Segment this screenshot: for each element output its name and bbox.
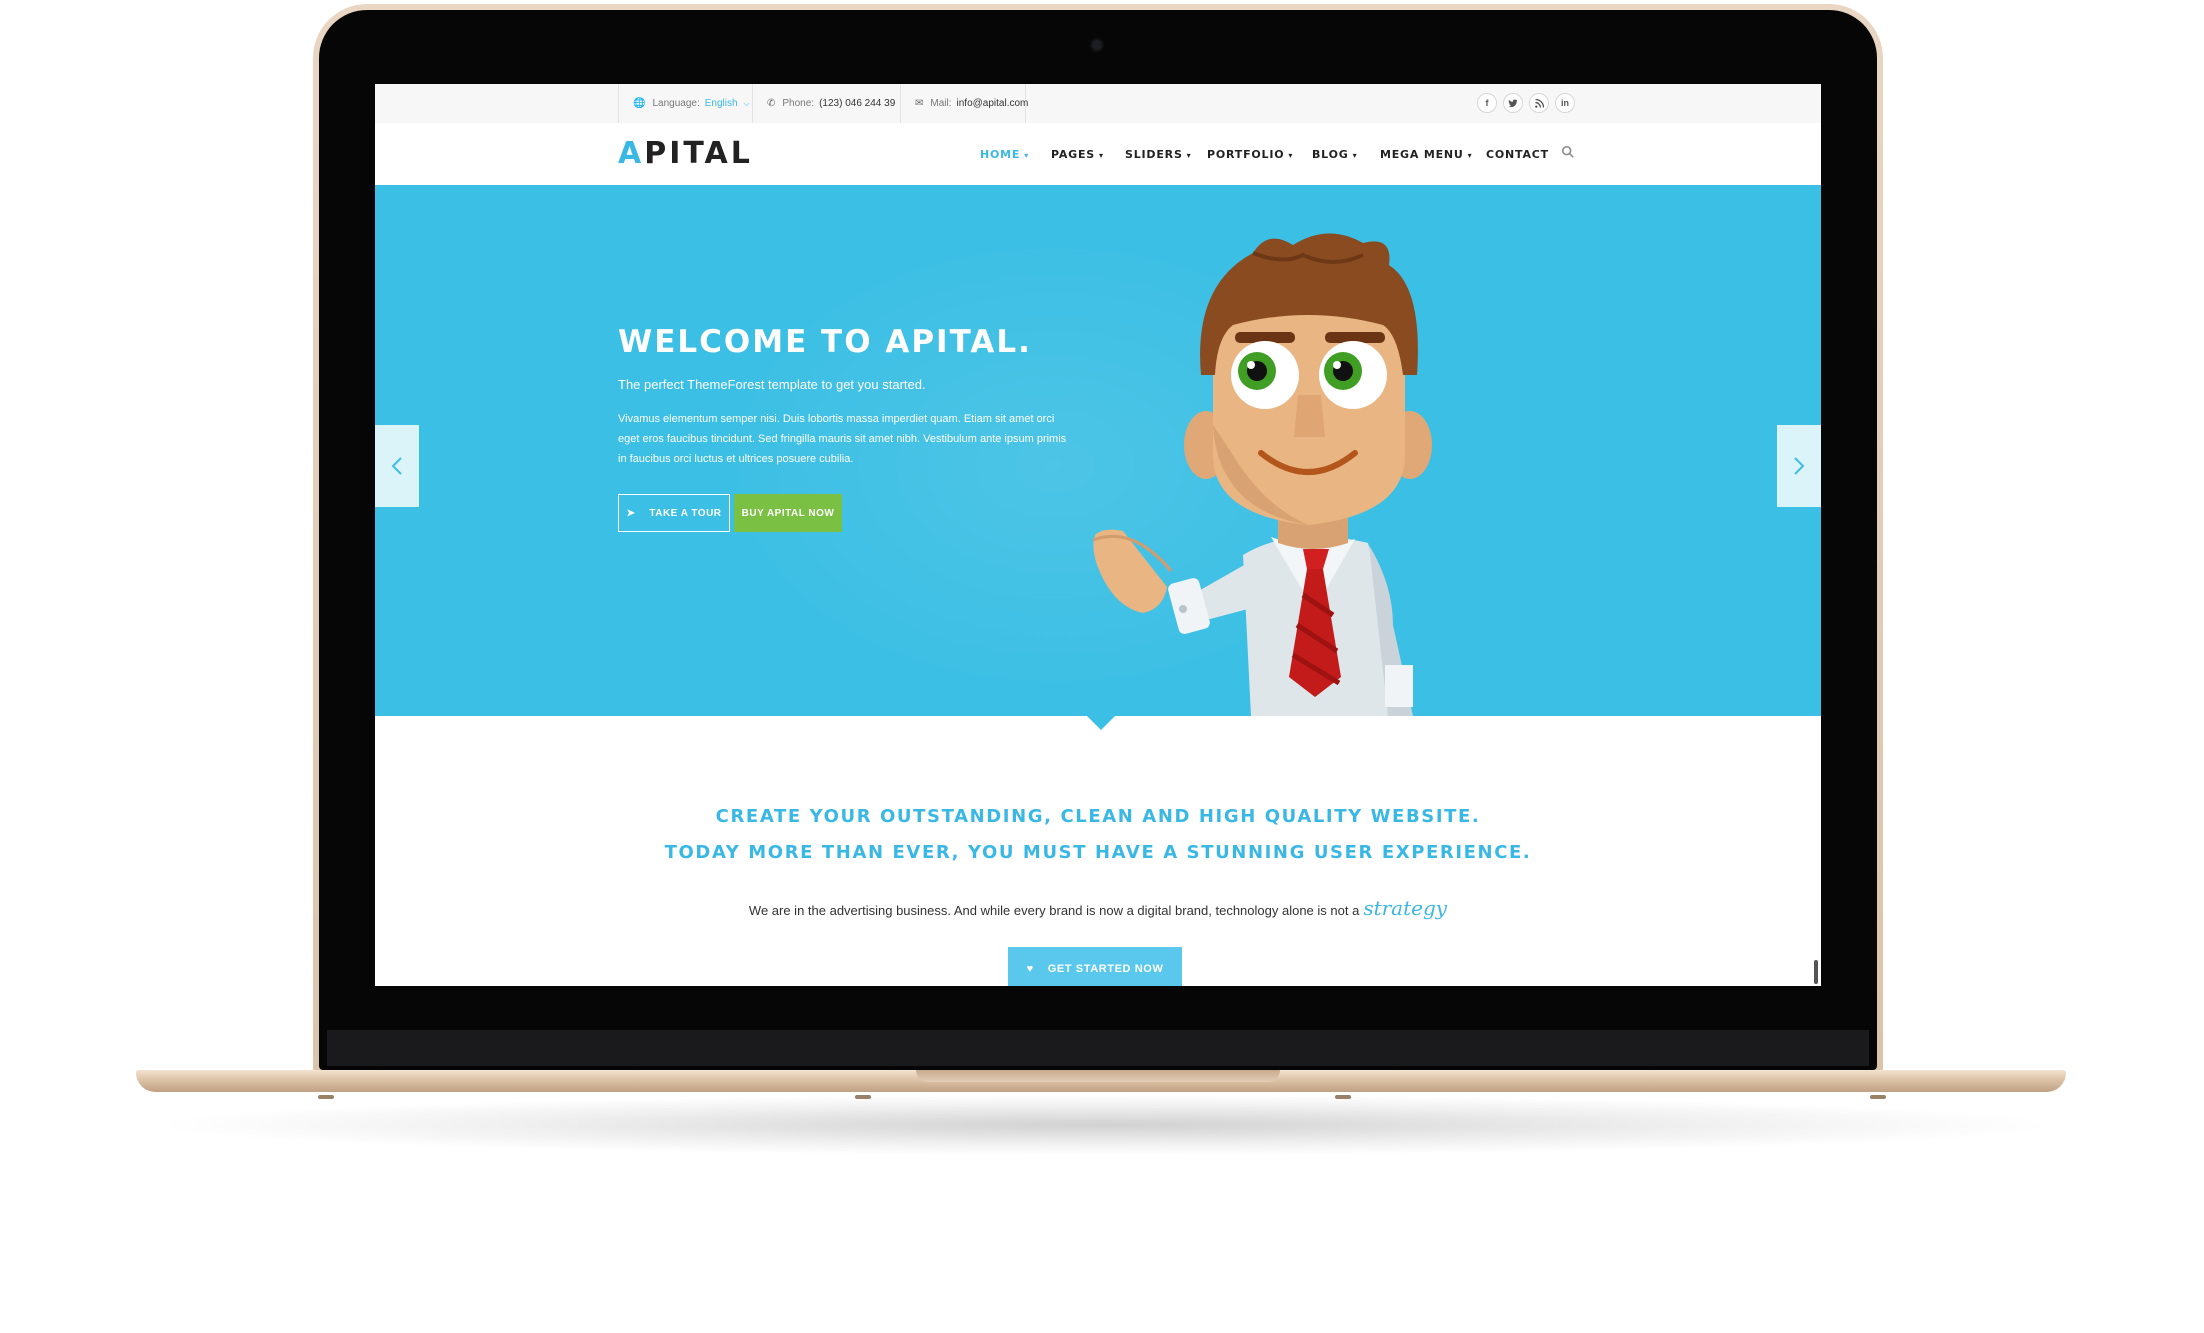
- promo-heading-1: CREATE YOUR OUTSTANDING, CLEAN AND HIGH …: [715, 806, 1481, 827]
- nav-portfolio[interactable]: PORTFOLIO ▾: [1207, 148, 1293, 161]
- nav-label: CONTACT: [1486, 148, 1549, 161]
- cartoon-businessman-illustration: [1093, 233, 1432, 716]
- chevron-down-icon: ▾: [1467, 151, 1473, 160]
- nav-sliders[interactable]: SLIDERS ▾: [1125, 148, 1192, 161]
- mail-label: Mail:: [930, 98, 952, 109]
- nav-label: HOME: [980, 148, 1021, 161]
- facebook-icon[interactable]: f: [1477, 93, 1497, 113]
- rss-icon[interactable]: [1529, 93, 1549, 113]
- chevron-down-icon: ▾: [1352, 151, 1358, 160]
- buy-apital-label: BUY APITAL NOW: [741, 507, 835, 519]
- logo-first-letter: A: [618, 136, 645, 171]
- laptop-chin: [327, 1030, 1869, 1066]
- chevron-down-icon: ▾: [1186, 151, 1192, 160]
- twitter-icon[interactable]: [1503, 93, 1523, 113]
- laptop-foot: [318, 1095, 334, 1099]
- promo-script-word: strategy: [1363, 896, 1448, 920]
- language-selector[interactable]: 🌐 Language: English ⌵: [618, 84, 752, 123]
- chevron-down-icon: ▾: [1099, 151, 1104, 160]
- nav-pages[interactable]: PAGES ▾: [1051, 148, 1104, 161]
- nav-label: MEGA MENU: [1380, 148, 1464, 161]
- chevron-down-icon: ▾: [1288, 151, 1294, 160]
- buy-apital-button[interactable]: BUY APITAL NOW: [734, 494, 842, 532]
- promo-heading-2: TODAY MORE THAN EVER, YOU MUST HAVE A ST…: [664, 842, 1532, 863]
- hero-subtitle: The perfect ThemeForest template to get …: [618, 377, 926, 392]
- laptop-foot: [1335, 1095, 1351, 1099]
- phone-icon: ✆: [767, 98, 776, 109]
- nav-blog[interactable]: BLOG ▾: [1312, 148, 1357, 161]
- nav-label: BLOG: [1312, 148, 1349, 161]
- phone-info: ✆ Phone: (123) 046 244 39: [752, 84, 900, 123]
- mail-info: ✉ Mail: info@apital.com: [900, 84, 1029, 123]
- heart-icon: ♥: [1026, 963, 1034, 975]
- chevron-down-icon: ⌵: [743, 98, 750, 108]
- language-value[interactable]: English: [705, 98, 738, 109]
- linkedin-icon[interactable]: in: [1555, 93, 1575, 113]
- take-a-tour-button[interactable]: ➤ TAKE A TOUR: [618, 494, 730, 532]
- chevron-down-icon: ▾: [1024, 151, 1030, 160]
- language-label: Language:: [652, 98, 700, 109]
- nav-label: PAGES: [1051, 148, 1096, 161]
- get-started-label: GET STARTED NOW: [1047, 963, 1164, 975]
- nav-label: SLIDERS: [1125, 148, 1183, 161]
- laptop-notch: [916, 1070, 1280, 1082]
- phone-label: Phone:: [782, 98, 815, 109]
- site-header: APITAL HOME ▾ PAGES ▾ SLIDERS ▾ PORTFOLIO ▾ …: [375, 123, 1821, 185]
- nav-label: PORTFOLIO: [1207, 148, 1285, 161]
- hero-pointer: [1087, 716, 1115, 730]
- logo-rest: PITAL: [644, 136, 753, 171]
- paper-plane-icon: ➤: [626, 507, 636, 519]
- get-started-button[interactable]: ♥ GET STARTED NOW: [1008, 947, 1182, 986]
- top-bar: 🌐 Language: English ⌵ ✆ Phone: (123) 046…: [375, 84, 1821, 124]
- slider-next-button[interactable]: [1777, 425, 1821, 507]
- laptop-screen: 🌐 Language: English ⌵ ✆ Phone: (123) 046…: [375, 84, 1821, 986]
- laptop-foot: [855, 1095, 871, 1099]
- promo-text-body: We are in the advertising business. And …: [748, 903, 1360, 918]
- chevron-right-icon: [1794, 457, 1805, 475]
- envelope-icon: ✉: [915, 98, 924, 109]
- take-a-tour-label: TAKE A TOUR: [649, 507, 722, 519]
- phone-value: (123) 046 244 39: [819, 98, 896, 109]
- laptop-foot: [1870, 1095, 1886, 1099]
- hero-title: WELCOME TO APITAL.: [618, 324, 1032, 360]
- mail-link[interactable]: info@apital.com: [957, 98, 1029, 109]
- camera-icon: [1092, 40, 1102, 50]
- search-icon[interactable]: [1561, 145, 1577, 161]
- hero-body-text: Vivamus elementum semper nisi. Duis lobo…: [618, 413, 1067, 465]
- slider-prev-button[interactable]: [375, 425, 419, 507]
- globe-icon: 🌐: [633, 98, 646, 109]
- chevron-left-icon: [391, 457, 402, 475]
- laptop-shadow: [170, 1095, 2040, 1155]
- promo-text: We are in the advertising business. And …: [375, 896, 1821, 920]
- site-logo[interactable]: APITAL: [618, 136, 753, 171]
- nav-home[interactable]: HOME ▾: [980, 148, 1029, 161]
- nav-mega-menu[interactable]: MEGA MENU ▾: [1380, 148, 1472, 161]
- nav-contact[interactable]: CONTACT: [1486, 148, 1549, 161]
- scrollbar[interactable]: [1814, 960, 1818, 984]
- hero-slider: WELCOME TO APITAL. The perfect ThemeFore…: [375, 185, 1821, 716]
